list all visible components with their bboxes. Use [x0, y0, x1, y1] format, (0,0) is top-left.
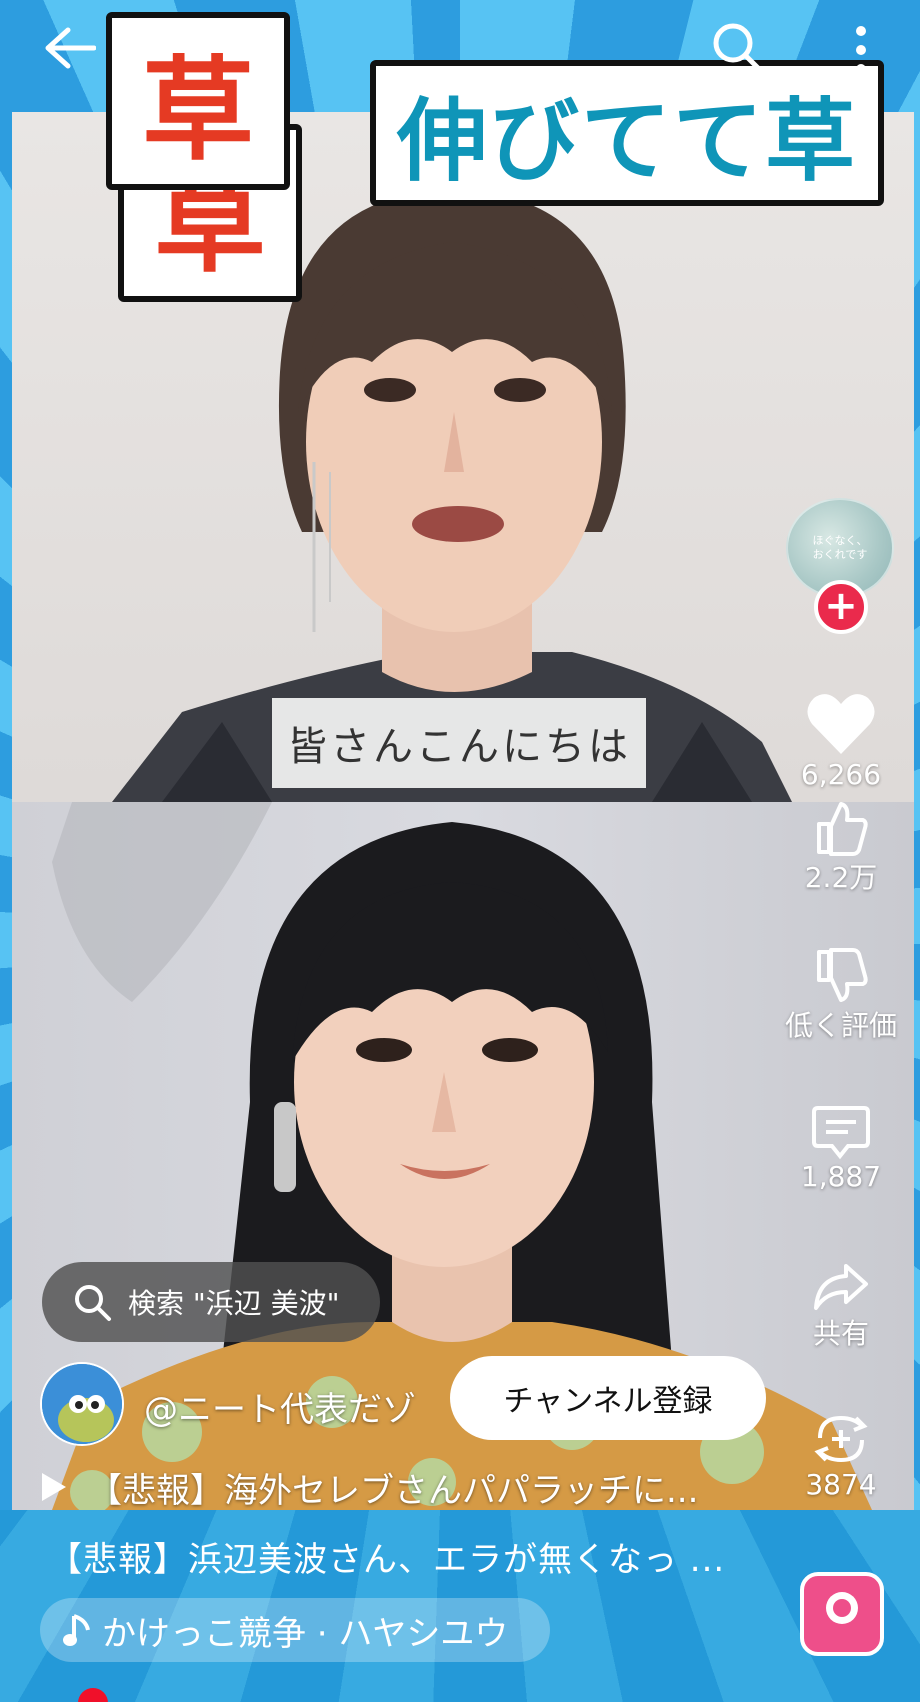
music-note-icon [63, 1614, 90, 1646]
video-subtitle: 皆さんこんにちは [272, 698, 646, 788]
search-icon[interactable] [710, 20, 764, 74]
thumb-up-icon [817, 802, 868, 856]
remix-icon [814, 1415, 868, 1463]
related-video-row[interactable]: 【悲報】海外セレブさんパパラッチに... [40, 1462, 760, 1512]
share-label: 共有 [812, 1317, 869, 1350]
channel-handle[interactable]: @ニート代表だゾ [144, 1382, 416, 1431]
like-action[interactable]: 6,266 [781, 690, 901, 791]
sound-thumbnail[interactable] [800, 1572, 884, 1656]
channel-avatar[interactable] [40, 1362, 124, 1446]
search-suggestion-text: 検索 "浜辺 美波" [128, 1287, 340, 1320]
channel-row: @ニート代表だゾ チャンネル登録 [40, 1356, 766, 1446]
follow-plus-button[interactable]: + [814, 580, 868, 634]
heart-icon [807, 694, 875, 754]
video-title-text: 【悲報】浜辺美波さん、エラが無くなっ ... [48, 1540, 726, 1580]
music-text: かけっこ競争 · ハヤシユウ [102, 1613, 509, 1654]
search-icon [75, 1285, 111, 1321]
subscribe-label: チャンネル登録 [503, 1384, 713, 1419]
subtitle-text: 皆さんこんにちは [287, 724, 631, 770]
dislike-label: 低く評価 [784, 1009, 897, 1042]
play-icon [42, 1473, 66, 1501]
search-suggestion-pill[interactable]: 検索 "浜辺 美波" [42, 1262, 380, 1342]
dislike-action[interactable]: 低く評価 [781, 948, 901, 1044]
channel-thumbnail-text: ほぐなく、 おくれです [812, 534, 868, 561]
sound-logo-icon [826, 1592, 858, 1624]
comment-icon [812, 1106, 870, 1160]
related-video-title: 【悲報】海外セレブさんパパラッチに... [88, 1470, 699, 1511]
thumb-down-icon [817, 948, 868, 1002]
thumb-up-action[interactable]: 2.2万 [781, 800, 901, 896]
kusa-caption-text-overlay: 草 [142, 46, 254, 176]
comment-action[interactable]: 1,887 [781, 1104, 901, 1193]
kusa-caption-box-overlay: 草 [106, 12, 290, 190]
avatar-image [42, 1364, 122, 1444]
nobite-caption-text: 伸びてて草 [397, 89, 857, 194]
like-count: 6,266 [800, 758, 882, 791]
comment-count: 1,887 [800, 1160, 882, 1193]
share-icon [814, 1264, 868, 1310]
thumb-up-count: 2.2万 [804, 861, 878, 894]
remix-action[interactable]: 3874 [781, 1410, 901, 1501]
video-title[interactable]: 【悲報】浜辺美波さん、エラが無くなっ ... [48, 1532, 725, 1581]
nobite-caption-box: 伸びてて草 [370, 60, 884, 206]
music-pill[interactable]: かけっこ競争 · ハヤシユウ [40, 1598, 550, 1662]
subscribe-button[interactable]: チャンネル登録 [450, 1356, 766, 1440]
arrow-left-icon[interactable] [44, 26, 96, 70]
share-action[interactable]: 共有 [781, 1262, 901, 1352]
remix-count: 3874 [805, 1468, 877, 1501]
more-vertical-icon[interactable] [850, 24, 872, 76]
